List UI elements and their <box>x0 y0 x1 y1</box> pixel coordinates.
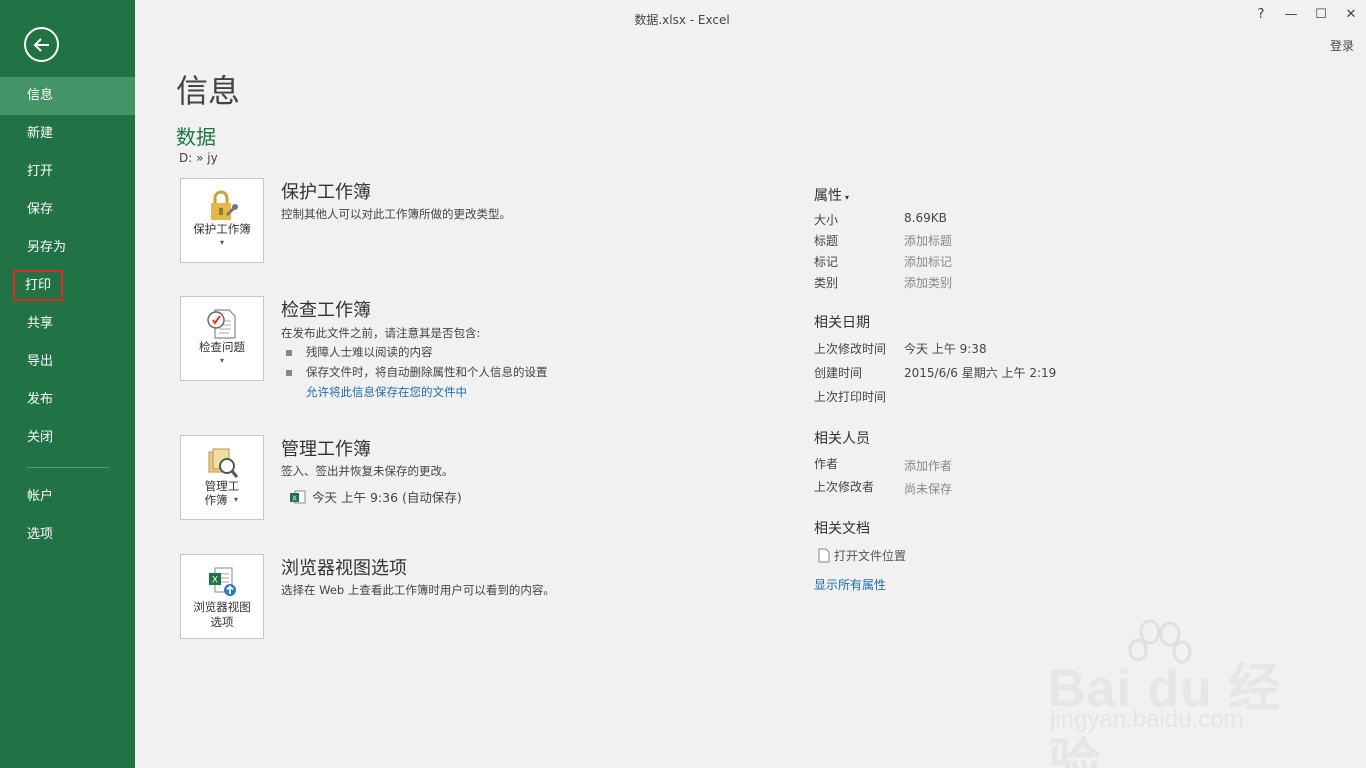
backstage-sidebar: 信息 新建 打开 保存 另存为 打印 共享 导出 发布 关闭 帐户 选项 <box>0 0 135 768</box>
minimize-icon[interactable]: — <box>1281 7 1301 25</box>
list-item: 保存文件时，将自动删除属性和个人信息的设置 <box>286 364 548 380</box>
show-all-properties-link[interactable]: 显示所有属性 <box>814 576 886 593</box>
sidebar-item-label: 导出 <box>27 354 54 369</box>
properties-dropdown[interactable]: 属性 ▾ <box>814 185 849 205</box>
chevron-down-icon: ▾ <box>219 238 224 247</box>
browser-view-icon: X <box>209 567 236 596</box>
sidebar-item-save[interactable]: 保存 <box>0 191 135 229</box>
properties-heading: 属性 <box>814 188 842 204</box>
lock-key-icon <box>211 190 238 220</box>
property-label: 创建时间 <box>814 366 863 380</box>
inspect-document-icon <box>207 309 236 339</box>
property-value-modified: 今天 上午 9:38 <box>904 342 987 356</box>
property-label: 上次修改者 <box>814 480 875 494</box>
sidebar-item-open[interactable]: 打开 <box>0 153 135 191</box>
section-title: 浏览器视图选项 <box>281 558 407 579</box>
title-bar: 数据.xlsx - Excel ? — ☐ ✕ <box>135 0 1366 36</box>
sidebar-item-label: 关闭 <box>27 430 54 445</box>
property-label: 标题 <box>814 234 839 248</box>
property-input-category[interactable]: 添加类别 <box>904 274 952 291</box>
section-title: 检查工作簿 <box>281 300 371 321</box>
close-icon[interactable]: ✕ <box>1341 7 1361 25</box>
document-name: 数据 <box>176 125 216 149</box>
open-file-location-link[interactable]: 打开文件位置 <box>818 547 906 564</box>
property-label: 类别 <box>814 276 839 290</box>
sidebar-item-close[interactable]: 关闭 <box>0 419 135 457</box>
section-title: 管理工作簿 <box>281 439 371 460</box>
sidebar-item-label: 另存为 <box>27 240 67 255</box>
version-label: 今天 上午 9:36 (自动保存) <box>312 490 462 505</box>
button-label: 选项 <box>210 615 234 629</box>
button-label: 检查问题 <box>199 340 245 354</box>
sidebar-item-new[interactable]: 新建 <box>0 115 135 153</box>
back-arrow-icon[interactable] <box>24 27 59 62</box>
section-title: 保护工作簿 <box>281 182 371 203</box>
button-label: 保护工作簿 <box>193 222 251 236</box>
property-label: 大小 <box>814 213 839 227</box>
watermark-url: jingyan.baidu.com <box>1050 706 1244 733</box>
property-input-author[interactable]: 添加作者 <box>904 457 952 474</box>
section-description: 控制其他人可以对此工作簿所做的更改类型。 <box>281 207 511 221</box>
button-label: 浏览器视图 <box>193 600 251 614</box>
property-value-size: 8.69KB <box>904 211 947 225</box>
section-description: 在发布此文件之前，请注意其是否包含: <box>281 326 481 340</box>
login-link[interactable]: 登录 <box>1330 37 1354 54</box>
property-label: 标记 <box>814 255 839 269</box>
maximize-icon[interactable]: ☐ <box>1311 7 1331 25</box>
svg-text:X: X <box>212 575 218 585</box>
check-issues-button[interactable]: 检查问题 ▾ <box>180 296 264 381</box>
help-icon[interactable]: ? <box>1251 7 1271 25</box>
sidebar-item-label: 打开 <box>27 164 54 179</box>
sidebar-divider <box>27 467 109 468</box>
sidebar-item-label: 新建 <box>27 126 54 141</box>
sidebar-item-label: 打印 <box>12 270 64 301</box>
document-path: D: » jy <box>179 151 218 165</box>
sidebar-item-label: 共享 <box>27 316 54 331</box>
sidebar-item-label: 保存 <box>27 202 54 217</box>
chevron-down-icon: ▾ <box>219 356 224 365</box>
sidebar-item-label: 帐户 <box>27 489 54 504</box>
sidebar-item-label: 信息 <box>27 88 54 103</box>
sidebar-item-account[interactable]: 帐户 <box>0 478 135 516</box>
section-description: 选择在 Web 上查看此工作簿时用户可以看到的内容。 <box>281 583 555 597</box>
window-title: 数据.xlsx - Excel <box>634 13 730 27</box>
manage-workbook-button[interactable]: 管理工 作簿 ▾ <box>180 435 264 520</box>
sidebar-item-export[interactable]: 导出 <box>0 343 135 381</box>
sidebar-item-options[interactable]: 选项 <box>0 516 135 554</box>
autosave-version-item[interactable]: X 今天 上午 9:36 (自动保存) <box>290 487 462 506</box>
link-label: 打开文件位置 <box>834 549 907 563</box>
sidebar-item-label: 选项 <box>27 527 54 542</box>
sidebar-item-info[interactable]: 信息 <box>0 77 135 115</box>
page-title: 信息 <box>176 72 241 110</box>
sidebar-item-share[interactable]: 共享 <box>0 305 135 343</box>
sidebar-item-print[interactable]: 打印 <box>0 267 135 305</box>
sidebar-item-save-as[interactable]: 另存为 <box>0 229 135 267</box>
allow-save-info-link[interactable]: 允许将此信息保存在您的文件中 <box>306 384 467 400</box>
related-docs-heading: 相关文档 <box>814 521 870 537</box>
chevron-down-icon: ▾ <box>845 193 850 202</box>
browser-view-options-button[interactable]: X 浏览器视图 选项 <box>180 554 264 639</box>
manage-versions-icon <box>208 448 239 478</box>
section-description: 签入、签出并恢复未保存的更改。 <box>281 464 454 478</box>
property-value-created: 2015/6/6 星期六 上午 2:19 <box>904 366 1057 380</box>
excel-file-icon: X <box>290 490 306 504</box>
svg-text:X: X <box>292 496 297 503</box>
sidebar-item-label: 发布 <box>27 392 54 407</box>
chevron-down-icon: ▾ <box>233 495 238 504</box>
related-people-heading: 相关人员 <box>814 431 870 447</box>
protect-workbook-button[interactable]: 保护工作簿 ▾ <box>180 178 264 263</box>
related-dates-heading: 相关日期 <box>814 315 870 331</box>
property-label: 上次修改时间 <box>814 342 887 356</box>
document-icon <box>818 548 830 563</box>
list-item: 残障人士难以阅读的内容 <box>286 344 433 360</box>
baidu-watermark: Bai du 经验 jingyan.baidu.com <box>1040 618 1310 768</box>
property-label: 作者 <box>814 457 839 471</box>
property-input-tags[interactable]: 添加标记 <box>904 253 952 270</box>
property-value-last-modified-by: 尚未保存 <box>904 482 953 496</box>
property-input-title[interactable]: 添加标题 <box>904 232 952 249</box>
sidebar-item-publish[interactable]: 发布 <box>0 381 135 419</box>
property-label: 上次打印时间 <box>814 390 887 404</box>
button-label: 管理工 <box>204 479 240 493</box>
